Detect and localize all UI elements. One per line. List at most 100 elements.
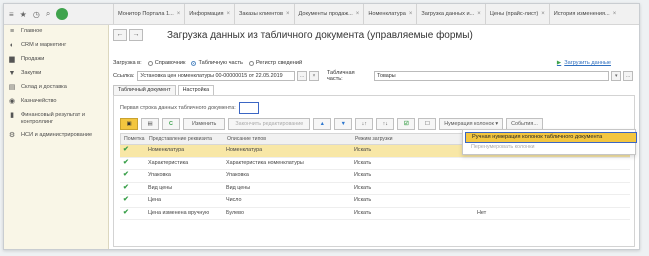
row-extra[interactable] — [474, 195, 627, 207]
open-tab[interactable]: История изменения... × — [548, 4, 621, 24]
sidebar-item-label: Главное — [21, 28, 43, 34]
open-tab[interactable]: Монитор Портала 1... × — [113, 4, 184, 24]
check-all-icon[interactable]: ☑ — [397, 118, 416, 130]
col-name-header[interactable]: Представление реквизита — [146, 134, 224, 144]
row-checkbox[interactable]: ✔ — [120, 145, 145, 157]
sidebar-item[interactable]: ≡ Главное — [4, 25, 108, 39]
close-icon[interactable]: × — [541, 11, 545, 17]
crm-icon: ◐ — [9, 42, 15, 49]
close-icon[interactable]: × — [227, 11, 231, 17]
first-row-input[interactable] — [238, 102, 259, 114]
row-type: Число — [226, 197, 242, 203]
change-button[interactable]: Изменить — [183, 118, 226, 130]
radio-register[interactable] — [248, 60, 254, 66]
app-window: ≡ ★ ◷ ⌕ Монитор Портала 1... × Информация ×… — [3, 3, 640, 250]
sidebar-item[interactable]: ▤ Склад и доставка — [4, 81, 108, 95]
row-extra[interactable] — [474, 183, 627, 195]
load-data-link[interactable]: ▶ Загрузить данные — [557, 60, 611, 66]
reference-clear-button[interactable]: × — [309, 71, 319, 81]
search-icon[interactable]: ⌕ — [46, 9, 50, 19]
row-checkbox[interactable]: ✔ — [120, 158, 145, 170]
history-icon[interactable]: ◷ — [33, 10, 40, 19]
row-mode[interactable]: Искать — [351, 158, 474, 170]
row-type: Номенклатура — [226, 147, 263, 153]
refresh-icon[interactable]: C — [162, 118, 180, 130]
sidebar-item[interactable]: ◐ CRM и маркетинг — [4, 39, 108, 53]
open-tab[interactable]: Загрузка данных и... × — [416, 4, 484, 24]
close-icon[interactable]: × — [356, 11, 360, 17]
row-mode[interactable]: Искать — [351, 183, 474, 195]
row-checkbox[interactable]: ✔ — [120, 195, 145, 207]
col-type-header[interactable]: Описание типов — [224, 134, 352, 144]
row-extra[interactable]: Нет — [474, 208, 627, 220]
close-icon[interactable]: × — [409, 11, 413, 17]
close-icon[interactable]: × — [177, 11, 181, 17]
back-button[interactable]: ← — [113, 29, 127, 41]
chevron-down-icon: ▾ — [495, 121, 499, 127]
load-data-link-text[interactable]: Загрузить данные — [564, 60, 611, 66]
open-icon[interactable]: ▤ — [141, 118, 159, 130]
star-icon[interactable]: ★ — [20, 10, 27, 19]
open-tab[interactable]: Информация × — [184, 4, 234, 24]
col-mark-header[interactable]: Пометка — [121, 134, 146, 144]
table-row[interactable]: ✔ Вид цены Вид цены Искать — [120, 183, 630, 195]
sidebar: ≡ Главное ◐ CRM и маркетинг ▆ Продажи ▼ Закупки… — [4, 25, 109, 249]
radio-catalog-label[interactable]: Справочник — [155, 60, 186, 66]
reference-field[interactable]: Установка цен номенклатуры 00-00000015 о… — [137, 71, 296, 81]
tabpart-dropdown-button[interactable]: ▾ — [611, 71, 622, 81]
open-tab[interactable]: Цены (прайс-лист) × — [484, 4, 549, 24]
sidebar-item[interactable]: ⚙ НСИ и администрирование — [4, 129, 108, 143]
renumber-columns-item[interactable]: Перенумеровать колонки — [471, 144, 535, 150]
row-checkbox[interactable]: ✔ — [120, 208, 145, 220]
row-type: Упаковка — [226, 172, 249, 178]
tabpart-open-button[interactable]: ... — [623, 71, 634, 81]
first-row-setting: Первая строка данных табличного документ… — [120, 102, 259, 114]
numbering-button-label: Нумерация колонок — [444, 121, 494, 127]
row-mode[interactable]: Искать — [351, 145, 474, 157]
main-menu-icon[interactable]: ≡ — [9, 10, 14, 19]
row-mode[interactable]: Искать — [351, 195, 474, 207]
row-type: Вид цены — [226, 184, 251, 191]
row-checkbox[interactable]: ✔ — [120, 183, 145, 195]
move-up-icon[interactable]: ▲ — [313, 118, 332, 130]
reference-pick-button[interactable]: ... — [297, 71, 308, 81]
manual-numbering-item[interactable]: Ручная нумерация колонок табличного доку… — [465, 132, 637, 143]
radio-catalog[interactable] — [147, 60, 153, 66]
sidebar-item[interactable]: ▼ Закупки — [4, 67, 108, 81]
table-row[interactable]: ✔ Упаковка Упаковка Искать — [120, 170, 630, 183]
table-row[interactable]: ✔ Характеристика Характеристика номенклату… — [120, 158, 630, 170]
row-mode[interactable]: Искать — [351, 208, 474, 220]
sidebar-item[interactable]: ▮ Финансовый результат и контроллинг — [4, 109, 108, 129]
sidebar-item[interactable]: ▆ Продажи — [4, 53, 108, 67]
row-extra[interactable] — [474, 158, 627, 170]
radio-tabular-label[interactable]: Табличную часть — [198, 60, 242, 66]
home-icon[interactable] — [56, 8, 69, 20]
sort-desc-icon[interactable]: ↑↓ — [376, 118, 395, 130]
tabpart-label: Табличная часть: — [326, 70, 355, 82]
sidebar-item[interactable]: ◉ Казначейство — [4, 95, 108, 109]
tabpart-field[interactable]: Товары — [374, 71, 610, 81]
move-down-icon[interactable]: ▼ — [334, 118, 353, 130]
forward-button[interactable]: → — [129, 29, 143, 41]
row-mode[interactable]: Искать — [351, 170, 474, 182]
finish-editing-button[interactable]: Закончить редактирование — [228, 118, 311, 130]
table-row[interactable]: ✔ Цена изменена вручную Булево Искать Нет — [120, 208, 630, 220]
treasury-icon: ◉ — [8, 98, 16, 105]
close-icon[interactable]: × — [286, 11, 290, 17]
radio-register-label[interactable]: Регистр сведений — [256, 60, 302, 66]
open-tab[interactable]: Заказы клиентов × — [234, 4, 293, 24]
col-mode-header[interactable]: Режим загрузки — [352, 134, 475, 144]
open-tabs: Монитор Портала 1... × Информация × Заказы к… — [113, 4, 620, 24]
sort-asc-icon[interactable]: ↓↑ — [355, 118, 374, 130]
save-icon[interactable]: ▣ — [120, 118, 138, 130]
sidebar-item-label: Казначейство — [21, 98, 57, 104]
uncheck-all-icon[interactable]: ☐ — [418, 118, 437, 130]
close-icon[interactable]: × — [613, 11, 617, 17]
open-tab[interactable]: Номенклатура × — [363, 4, 416, 24]
open-tab[interactable]: Документы продаж... × — [293, 4, 364, 24]
row-extra[interactable] — [474, 170, 627, 182]
row-checkbox[interactable]: ✔ — [120, 170, 145, 182]
close-icon[interactable]: × — [477, 11, 481, 17]
table-row[interactable]: ✔ Цена Число Искать — [120, 195, 630, 208]
radio-tabular[interactable] — [191, 60, 197, 66]
